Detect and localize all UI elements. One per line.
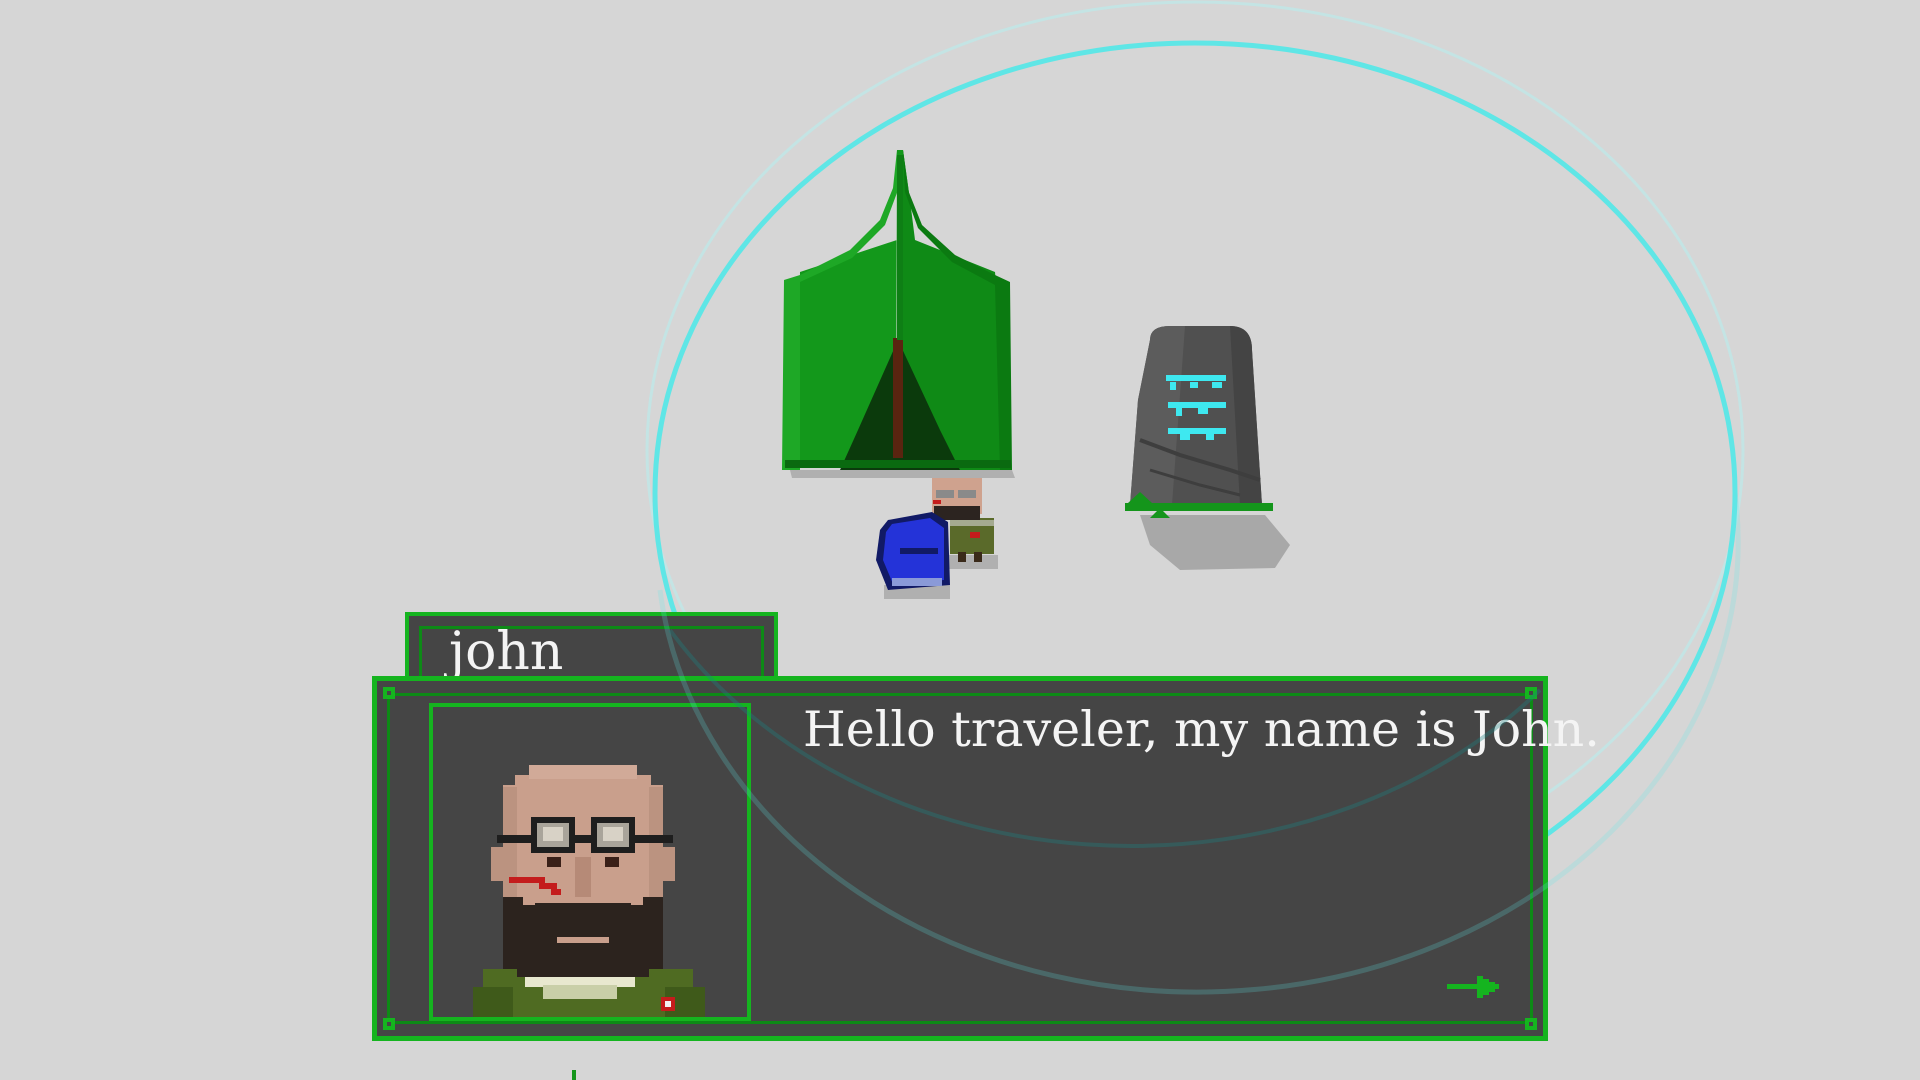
corner-stud-bottom-right bbox=[1525, 1018, 1537, 1030]
corner-stud-top-right bbox=[1525, 687, 1537, 699]
rune-glyphs-icon bbox=[1166, 375, 1226, 440]
player-character[interactable] bbox=[876, 512, 950, 599]
corner-stud-bottom-left bbox=[383, 1018, 395, 1030]
speaker-name-tab: john bbox=[405, 612, 778, 686]
grass-tuft bbox=[572, 1070, 576, 1080]
game-scene: john Hello traveler, my name is John. bbox=[0, 0, 1920, 1080]
corner-stud-top-left bbox=[383, 687, 395, 699]
rune-stone[interactable] bbox=[1125, 326, 1290, 570]
tent[interactable] bbox=[782, 150, 1015, 478]
arrow-right-icon[interactable] bbox=[1447, 971, 1503, 1003]
dialogue-message: Hello traveler, my name is John. bbox=[803, 701, 1600, 758]
speaker-portrait bbox=[429, 703, 751, 1021]
john-portrait-icon bbox=[473, 765, 705, 1017]
speaker-name: john bbox=[449, 622, 564, 682]
dialogue-box[interactable]: Hello traveler, my name is John. bbox=[372, 676, 1600, 1041]
